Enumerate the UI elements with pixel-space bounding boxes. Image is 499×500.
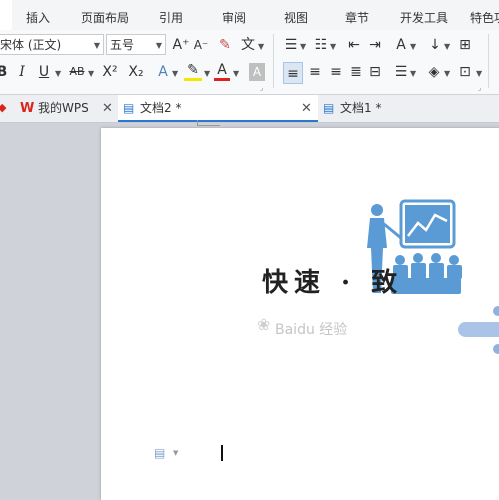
dialog-launcher-icon[interactable]: ⌟ [260, 84, 263, 92]
bullet-list-icon[interactable]: ☰ [282, 36, 300, 54]
chevron-down-icon[interactable]: ▼ [444, 38, 450, 56]
sort-icon[interactable]: ↓ [427, 36, 443, 54]
decorative-dot [493, 306, 499, 316]
tab-label: 我的WPS [38, 101, 89, 115]
margin-marker [197, 120, 220, 126]
align-left-button[interactable]: ≡ [283, 62, 303, 84]
wps-logo-icon: W [20, 101, 35, 116]
char-shading-button[interactable]: A [249, 63, 265, 81]
close-icon[interactable]: ✕ [102, 95, 113, 122]
chevron-down-icon[interactable]: ▼ [300, 38, 306, 56]
text-effect-button[interactable]: A [155, 63, 171, 81]
menu-view[interactable]: 视图 [284, 9, 308, 26]
menu-bar: 插入 页面布局 引用 审阅 视图 章节 开发工具 特色功 [0, 0, 499, 31]
document-icon: ▤ [323, 101, 335, 115]
font-size-select[interactable]: 五号 ▼ [106, 34, 166, 55]
menu-features[interactable]: 特色功 [470, 9, 499, 26]
watermark-text: Baidu 经验 [275, 322, 348, 338]
chevron-down-icon[interactable]: ▼ [173, 449, 178, 457]
chevron-down-icon[interactable]: ▼ [88, 65, 94, 83]
subscript-button[interactable]: X₂ [126, 63, 146, 81]
underline-button[interactable]: U [36, 63, 52, 81]
tab-document-2[interactable]: ▤ 文档2 * ✕ [118, 95, 318, 122]
bold-button[interactable]: B [0, 63, 8, 81]
table-grid-icon[interactable]: ⊞ [456, 36, 474, 54]
menu-references[interactable]: 引用 [159, 9, 183, 26]
font-color-button[interactable]: A [214, 63, 230, 81]
phonetic-guide-icon[interactable]: 文 [240, 36, 256, 54]
paste-options-icon[interactable]: ▤ [154, 446, 165, 460]
document-icon: ▤ [123, 101, 135, 115]
chevron-down-icon[interactable]: ▼ [476, 65, 482, 83]
borders-icon[interactable]: ⊡ [456, 63, 474, 81]
watermark-paw-icon: ❀ [257, 315, 271, 334]
increase-indent-icon[interactable]: ⇥ [366, 36, 384, 54]
italic-button[interactable]: I [14, 63, 30, 81]
text-size-icon[interactable]: A [392, 36, 410, 54]
home-tab-edge[interactable] [0, 0, 12, 30]
chevron-down-icon: ▼ [93, 41, 100, 50]
text-cursor [221, 445, 223, 461]
font-size-value: 五号 [110, 38, 135, 52]
menu-page-layout[interactable]: 页面布局 [81, 9, 129, 26]
distribute-button[interactable]: ⊟ [366, 63, 384, 81]
toolbar-divider [273, 34, 274, 88]
align-right-button[interactable]: ≡ [327, 63, 345, 81]
menu-insert[interactable]: 插入 [26, 9, 50, 26]
chevron-down-icon[interactable]: ▼ [444, 65, 450, 83]
document-tab-bar: ◆ W 我的WPS ✕ ▤ 文档2 * ✕ ▤ 文档1 * [0, 95, 499, 123]
font-family-select[interactable]: 宋体 (正文) ▼ [0, 34, 104, 55]
pin-icon[interactable]: ◆ [0, 101, 6, 114]
highlight-icon[interactable]: ✎ [184, 63, 202, 81]
shrink-font-button[interactable]: A⁻ [192, 36, 210, 54]
clear-format-icon[interactable]: ✎ [216, 36, 234, 54]
decorative-dot [493, 344, 499, 354]
watermark: ❀ Baidu 经验 [257, 315, 348, 339]
dialog-launcher-icon[interactable]: ⌟ [478, 84, 481, 92]
grow-font-button[interactable]: A⁺ [172, 36, 190, 54]
chevron-down-icon[interactable]: ▼ [410, 38, 416, 56]
close-icon[interactable]: ✕ [301, 95, 312, 122]
menu-chapter[interactable]: 章节 [345, 9, 369, 26]
menu-developer[interactable]: 开发工具 [400, 9, 448, 26]
decorative-bar [458, 322, 499, 337]
toolbar-divider [488, 34, 489, 88]
chevron-down-icon[interactable]: ▼ [55, 65, 61, 83]
superscript-button[interactable]: X² [100, 63, 120, 81]
justify-button[interactable]: ≣ [347, 63, 365, 81]
font-family-value: 宋体 (正文) [0, 38, 62, 52]
strikethrough-button[interactable]: AB [66, 63, 88, 81]
chevron-down-icon[interactable]: ▼ [233, 65, 239, 83]
menu-review[interactable]: 审阅 [222, 9, 246, 26]
numbered-list-icon[interactable]: ☷ [312, 36, 330, 54]
chevron-down-icon[interactable]: ▼ [204, 65, 210, 83]
decrease-indent-icon[interactable]: ⇤ [345, 36, 363, 54]
chevron-down-icon[interactable]: ▼ [330, 38, 336, 56]
tab-document-1[interactable]: ▤ 文档1 * [320, 95, 499, 122]
document-page[interactable]: ▤ ▼ [101, 120, 499, 500]
chevron-down-icon[interactable]: ▼ [258, 38, 264, 56]
document-title-text: 快速 · 致 [262, 268, 404, 298]
tab-label: 文档1 * [340, 101, 382, 115]
tab-my-wps[interactable]: W 我的WPS ✕ [20, 95, 118, 122]
align-center-button[interactable]: ≡ [306, 63, 324, 81]
ribbon-toolbar: 宋体 (正文) ▼ 五号 ▼ A⁺ A⁻ ✎ 文 ▼ ☰ ▼ ☷ ▼ ⇤ ⇥ A… [0, 30, 499, 95]
tab-label: 文档2 * [140, 101, 182, 115]
paint-bucket-icon[interactable]: ◈ [425, 63, 443, 81]
chevron-down-icon[interactable]: ▼ [172, 65, 178, 83]
line-spacing-icon[interactable]: ☰ [392, 63, 410, 81]
chevron-down-icon[interactable]: ▼ [410, 65, 416, 83]
chevron-down-icon: ▼ [155, 41, 162, 50]
